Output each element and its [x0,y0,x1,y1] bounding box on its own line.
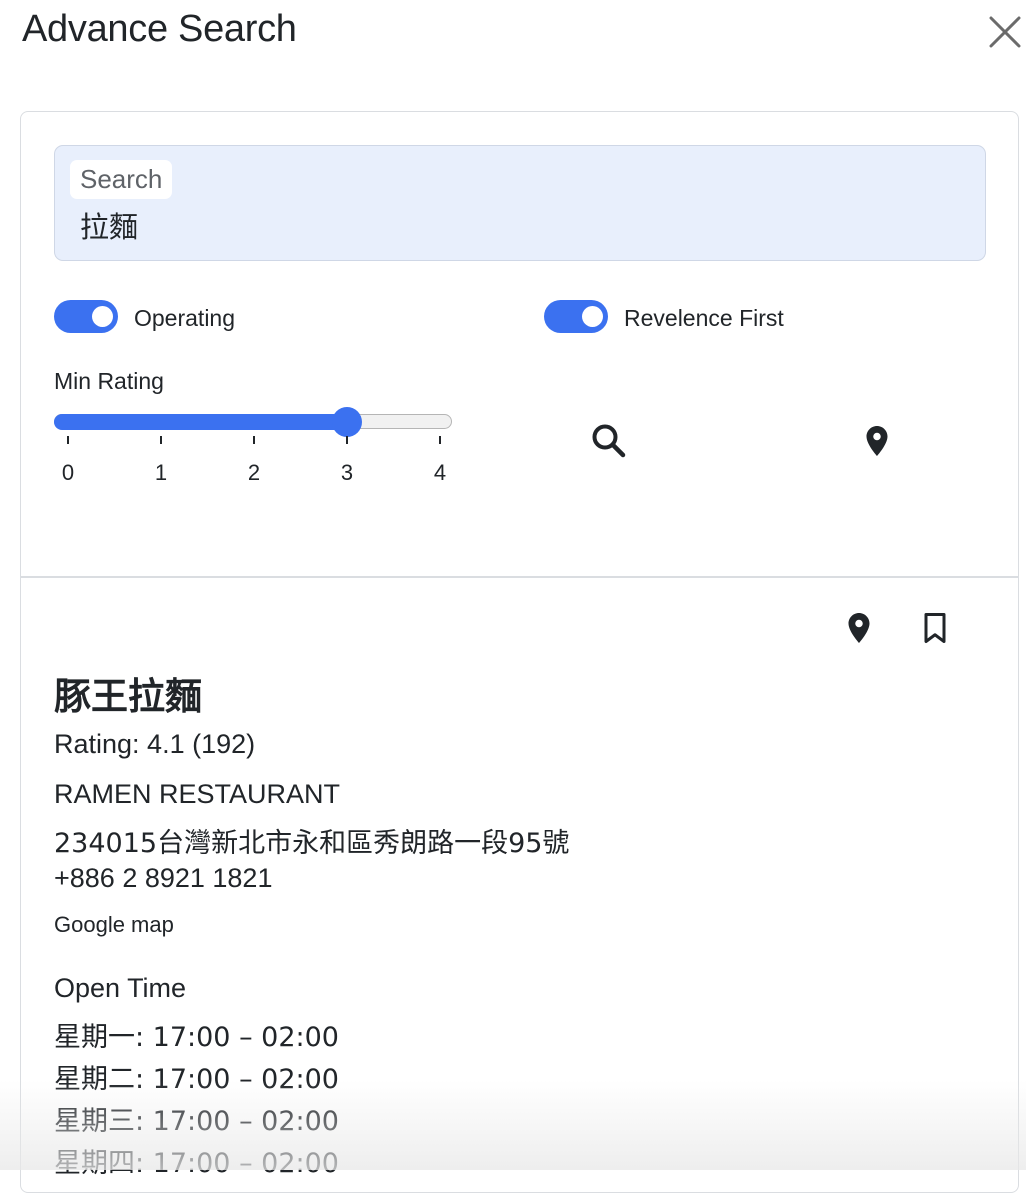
result-rating: Rating: 4.1 (192) [54,729,256,759]
search-button[interactable] [589,421,629,466]
result-map-button[interactable] [841,608,877,653]
dialog-title: Advance Search [22,8,297,50]
hours-line: 星期二: 17:00 – 02:00 [54,1064,339,1095]
slider-tick-label: 2 [247,460,261,485]
hours-line: 星期四: 17:00 – 02:00 [54,1148,339,1179]
result-address: 234015台灣新北市永和區秀朗路一段95號 [54,828,570,859]
slider-tick [67,436,69,444]
location-pin-icon [866,426,888,456]
result-name: 豚王拉麵 [54,675,202,718]
min-rating-label: Min Rating [54,368,164,394]
search-label: Search [70,160,173,199]
search-input[interactable]: Search 拉麵 [54,145,986,261]
close-icon [989,16,1021,48]
hours-line: 星期三: 17:00 – 02:00 [54,1106,339,1137]
slider-tick [346,436,348,444]
search-value[interactable]: 拉麵 [80,204,138,246]
slider-tick-label: 0 [61,460,75,485]
slider-tick [253,436,255,444]
hours-line: 星期一: 17:00 – 02:00 [54,1022,339,1053]
slider-tick [439,436,441,444]
close-button[interactable] [985,12,1025,52]
operating-toggle-knob [92,306,113,327]
slider-tick-label: 3 [340,460,354,485]
bookmark-icon [924,613,946,643]
slider-fill [54,414,347,430]
bookmark-button[interactable] [917,608,953,653]
slider-tick [160,436,162,444]
dialog-header: Advance Search [0,0,1026,80]
min-rating-slider[interactable]: 0 1 2 3 4 [54,402,454,492]
divider [21,576,1018,578]
result-category: RAMEN RESTAURANT [54,779,341,809]
result-phone: +886 2 8921 1821 [54,863,273,893]
search-card: Search 拉麵 Operating Revelence First Min … [20,111,1019,1193]
location-pin-icon [848,613,870,643]
slider-tick-label: 4 [433,460,447,485]
search-icon [592,424,626,458]
google-map-link[interactable]: Google map [54,912,174,938]
operating-label: Operating [134,305,236,331]
slider-thumb[interactable] [332,407,362,437]
relevance-first-label: Revelence First [624,305,784,331]
relevance-first-toggle-knob [582,306,603,327]
open-time-label: Open Time [54,973,187,1003]
slider-tick-label: 1 [154,460,168,485]
locate-button[interactable] [859,421,895,466]
